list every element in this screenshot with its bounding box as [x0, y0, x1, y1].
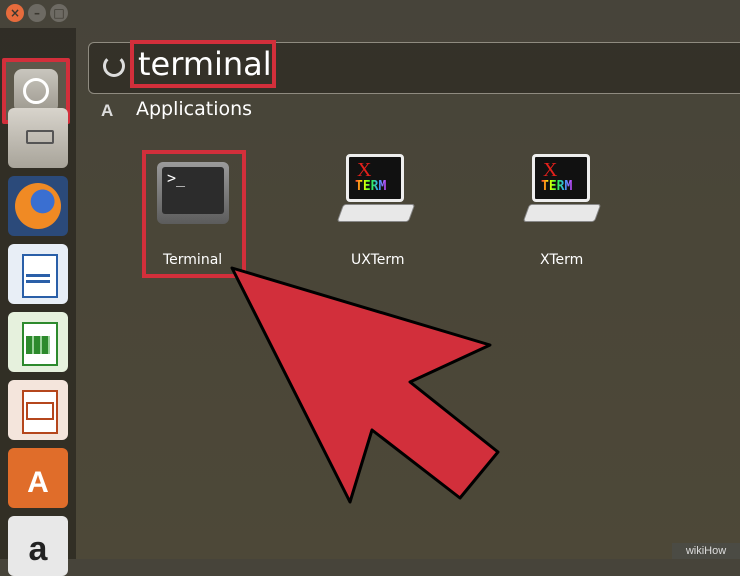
pointer-arrow-icon: [230, 266, 500, 504]
watermark: wikiHow: [672, 543, 740, 559]
